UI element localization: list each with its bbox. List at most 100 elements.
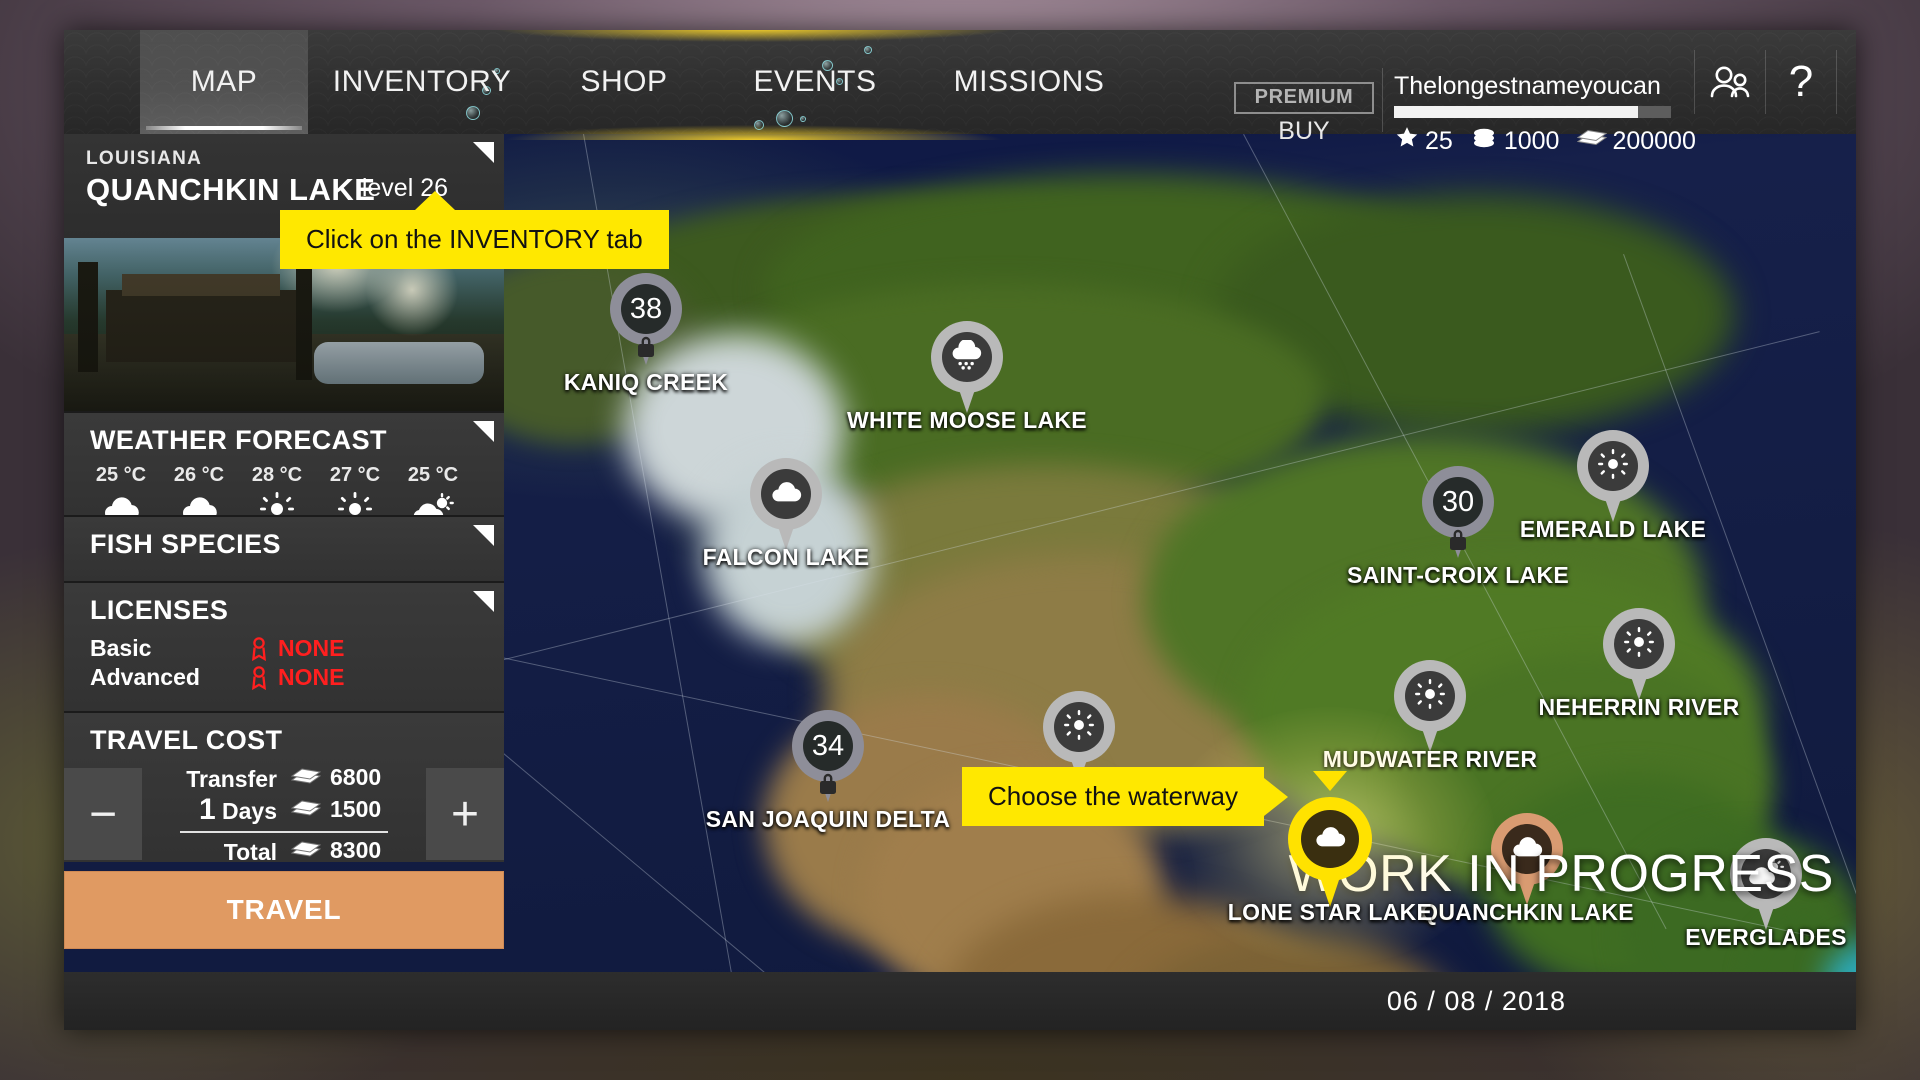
collapse-caret-icon[interactable]	[473, 142, 494, 163]
tab-inventory[interactable]: INVENTORY	[308, 30, 536, 134]
experience-bar-fill	[1394, 106, 1638, 118]
marker-label: EMERALD LAKE	[1519, 516, 1707, 542]
player-name: Thelongestnameyoucan	[1394, 72, 1661, 100]
total-value: 8300	[330, 837, 382, 863]
top-navigation-bar: MAP INVENTORY SHOP EVENTS MISSIONS PREMIUM B…	[64, 30, 1856, 155]
weather-temp: 26 °C	[173, 464, 225, 486]
map-pin: 38	[610, 273, 682, 369]
tutorial-tooltip-1: Click on the INVENTORY tab	[280, 191, 669, 269]
travel-cost-values: Transfer 6800 1 Days 1500 Total 8300	[142, 764, 426, 866]
header-icon-group: ?	[1694, 30, 1856, 134]
pin-disc	[761, 469, 811, 519]
map-pin	[750, 458, 822, 554]
license-status: NONE	[250, 664, 344, 691]
days-value: 1500	[330, 796, 382, 822]
license-status: NONE	[250, 635, 344, 662]
help-button[interactable]: ?	[1766, 30, 1836, 134]
fish-caret-icon[interactable]	[473, 525, 494, 546]
cash-icon	[291, 800, 321, 816]
tutorial-tooltip-2: Choose the waterway	[962, 767, 1289, 826]
marker-label: NEHERRIN RIVER	[1538, 694, 1740, 720]
map-marker-emerald-lake[interactable]: EMERALD LAKE	[1520, 430, 1706, 542]
sun-icon	[1064, 709, 1094, 745]
currency-cash: 200000	[1577, 126, 1696, 156]
map-pin: 30	[1422, 466, 1494, 562]
map-marker-mudwater-river[interactable]: MUDWATER RIVER	[1323, 660, 1537, 772]
coins-icon	[1471, 127, 1499, 156]
pin-disc	[1588, 441, 1638, 491]
currency-coins: 1000	[1471, 126, 1560, 156]
tab-label: SHOP	[580, 65, 668, 98]
location-state: LOUISIANA	[86, 148, 203, 169]
map-marker-kaniq-creek[interactable]: 38 KANIQ CREEK	[564, 273, 728, 395]
licenses-title: LICENSES	[90, 595, 229, 625]
license-badge-icon	[252, 665, 266, 690]
weather-temp: 25 °C	[95, 464, 147, 486]
tab-label: MAP	[190, 65, 258, 98]
travel-cost-title: TRAVEL COST	[90, 725, 283, 755]
header-divider	[1382, 68, 1383, 132]
travel-cost-section: TRAVEL COST − Transfer 6800 1 Days 1500 …	[64, 711, 504, 865]
map-marker-lone-star-lake[interactable]: LONE STAR LAKE	[1165, 707, 1495, 967]
star-icon	[1394, 125, 1420, 157]
currency-value: 200000	[1612, 126, 1696, 155]
licenses-list: Basic NONE Advanced NONE	[64, 634, 504, 692]
tab-map[interactable]: MAP	[140, 30, 308, 134]
sun-icon	[1415, 678, 1445, 714]
decrease-days-button[interactable]: −	[64, 768, 142, 860]
friends-button[interactable]	[1695, 30, 1765, 134]
lock-icon-wrap	[818, 772, 838, 794]
transfer-amount: 6800	[291, 764, 411, 791]
map-pin	[1603, 608, 1675, 704]
game-date: 06 / 08 / 2018	[1386, 985, 1566, 1016]
map-pin	[1288, 797, 1372, 909]
license-name: Basic	[90, 635, 152, 661]
required-level: 34	[811, 729, 845, 762]
weather-section[interactable]: WEATHER FORECAST 25 °C 26 °C 28 °C 27 °C 25 …	[64, 411, 504, 526]
licenses-section[interactable]: LICENSES Basic NONE Advanced NONE	[64, 581, 504, 711]
map-pin	[1394, 660, 1466, 756]
increase-days-button[interactable]: +	[426, 768, 504, 860]
days-count: 1	[198, 793, 216, 826]
map-marker-san-joaquin-delta[interactable]: 34 SAN JOAQUIN DELTA	[706, 710, 950, 832]
license-row: Advanced NONE	[64, 663, 504, 692]
bottom-bar: 06 / 08 / 2018	[64, 972, 1856, 1030]
required-level: 30	[1441, 485, 1475, 518]
pin-disc	[1405, 671, 1455, 721]
map-marker-neherrin-river[interactable]: NEHERRIN RIVER	[1538, 608, 1739, 720]
player-info: Thelongestnameyoucan 25 1000 200000	[1394, 72, 1696, 157]
license-badge-icon	[252, 636, 266, 661]
transfer-label: Transfer	[186, 766, 277, 792]
license-status-text: NONE	[278, 635, 345, 661]
game-window: 38 KANIQ CREEK WHITE MOOSE LAKE FALCON LAKE…	[64, 30, 1856, 1030]
currency-value: 1000	[1503, 126, 1560, 155]
map-marker-saint-croix-lake[interactable]: 30 SAINT-CROIX LAKE	[1347, 466, 1569, 588]
cash-icon	[1577, 127, 1608, 156]
marker-label: SAINT-CROIX LAKE	[1346, 562, 1570, 588]
total-label: Total	[223, 839, 277, 865]
lock-icon	[1450, 529, 1466, 550]
marker-label: SAN JOAQUIN DELTA	[705, 806, 951, 832]
marker-label: LONE STAR LAKE	[1227, 899, 1433, 925]
marker-label: WHITE MOOSE LAKE	[847, 407, 1087, 433]
cash-icon	[291, 841, 321, 857]
travel-button[interactable]: TRAVEL	[64, 871, 504, 949]
map-pin	[1577, 430, 1649, 526]
sun-icon	[1624, 626, 1654, 662]
tab-shop[interactable]: SHOP	[536, 30, 712, 134]
currency-star: 25	[1394, 125, 1453, 157]
license-row: Basic NONE	[64, 634, 504, 663]
fish-species-section[interactable]: FISH SPECIES	[64, 515, 504, 581]
map-marker-white-moose-lake[interactable]: WHITE MOOSE LAKE	[847, 321, 1087, 433]
tab-events[interactable]: EVENTS	[712, 30, 918, 134]
settings-button[interactable]	[1837, 30, 1856, 134]
tab-missions[interactable]: MISSIONS	[918, 30, 1140, 134]
tab-label: EVENTS	[753, 65, 877, 98]
lock-icon-wrap	[1448, 528, 1468, 550]
licenses-caret-icon[interactable]	[473, 591, 494, 612]
premium-buy-button[interactable]: PREMIUM BUY	[1234, 82, 1374, 146]
weather-caret-icon[interactable]	[473, 421, 494, 442]
map-marker-falcon-lake[interactable]: FALCON LAKE	[703, 458, 869, 570]
transfer-row: Transfer 6800	[152, 764, 416, 793]
total-amount: 8300	[291, 837, 411, 864]
